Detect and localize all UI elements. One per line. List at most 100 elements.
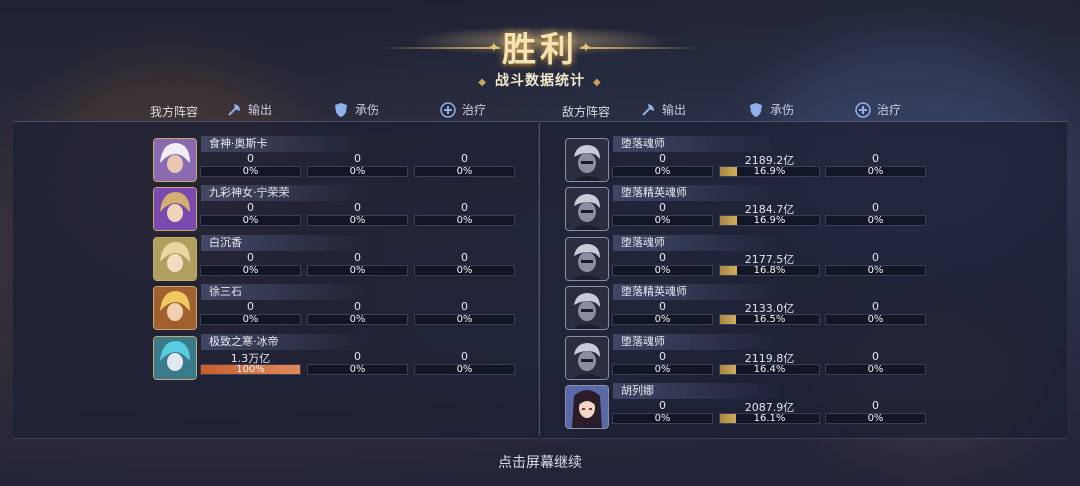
output-value: 0 (247, 201, 254, 215)
output-percent: 0% (654, 215, 671, 227)
axe-icon (642, 103, 654, 116)
output-stat: 1.3万亿 100% (200, 350, 301, 378)
output-bar: 0% (612, 215, 713, 227)
tank-bar: 16.9% (719, 215, 820, 227)
ally-member-row: 九彩神女·宁荣荣 0 0% 0 0% 0 0% (153, 185, 533, 232)
output-bar: 0% (612, 166, 713, 177)
hero-name: 堕落魂师 (613, 234, 781, 251)
enemy-member-row: 堕落魂师 0 0% 2119.8亿 16.4% 0 0% (565, 333, 945, 380)
ally-heal-header: 治疗 (440, 101, 486, 118)
output-value: 0 (659, 250, 666, 264)
enemy-member-row: 胡列娜 0 0% 2087.9亿 16.1% 0 0% (565, 383, 945, 429)
tank-stat: 0 0% (307, 350, 408, 378)
tap-to-continue[interactable]: 点击屏幕继续 (440, 452, 640, 472)
tank-value: 0 (354, 201, 361, 215)
hero-name: 食神·奥斯卡 (201, 136, 369, 152)
output-percent: 0% (654, 166, 671, 177)
enemy-member-row: 堕落魂师 0 0% 2189.2亿 16.9% 0 0% (565, 136, 945, 182)
output-percent: 0% (242, 166, 259, 177)
heal-value: 0 (461, 250, 468, 264)
heal-percent: 0% (456, 314, 473, 326)
hero-avatar[interactable] (153, 187, 197, 232)
heal-bar: 0% (825, 363, 926, 375)
hero-avatar[interactable] (565, 236, 609, 281)
tank-percent: 16.9% (753, 215, 786, 227)
ally-member-row: 白沉香 0 0% 0 0% 0 0% (153, 234, 533, 281)
heal-stat: 0 0% (825, 152, 926, 180)
output-stat: 0 0% (200, 201, 301, 229)
tank-percent: 16.8% (753, 264, 786, 276)
tank-percent: 0% (349, 314, 366, 326)
hero-avatar[interactable] (153, 236, 197, 281)
tank-percent: 16.4% (753, 363, 786, 375)
heal-percent: 0% (867, 413, 884, 424)
tank-bar: 16.4% (719, 363, 820, 375)
heal-bar: 0% (414, 314, 515, 326)
heal-bar: 0% (414, 363, 515, 375)
heal-value: 0 (872, 399, 879, 412)
tank-percent: 16.5% (753, 314, 786, 326)
hero-avatar[interactable] (153, 286, 197, 331)
hero-avatar[interactable] (565, 187, 609, 232)
hero-name: 胡列娜 (613, 383, 781, 399)
output-bar: 0% (612, 363, 713, 375)
output-bar: 0% (612, 314, 713, 326)
tank-percent: 0% (349, 166, 366, 177)
output-value: 0 (247, 300, 254, 314)
tank-bar: 0% (307, 166, 408, 177)
tank-bar: 0% (307, 264, 408, 276)
heal-percent: 0% (456, 215, 473, 227)
tank-bar: 16.1% (719, 413, 820, 424)
heal-stat: 0 0% (414, 300, 515, 328)
output-stat: 0 0% (612, 350, 713, 378)
output-stat: 0 0% (612, 251, 713, 279)
output-percent: 0% (654, 264, 671, 276)
output-bar: 0% (200, 215, 301, 227)
output-percent: 0% (654, 363, 671, 375)
hero-avatar[interactable] (565, 138, 609, 182)
heal-stat: 0 0% (414, 152, 515, 180)
ally-output-header: 输出 (226, 101, 272, 118)
output-stat: 0 0% (200, 152, 301, 180)
tank-value: 0 (354, 152, 361, 165)
tank-bar: 0% (307, 363, 408, 375)
hero-avatar[interactable] (565, 286, 609, 331)
tank-stat: 0 0% (307, 152, 408, 180)
heal-value: 0 (872, 152, 879, 165)
heal-percent: 0% (867, 166, 884, 177)
heal-bar: 0% (414, 215, 515, 227)
tank-bar: 16.8% (719, 264, 820, 276)
ally-tank-header: 承伤 (333, 101, 379, 118)
heal-percent: 0% (456, 166, 473, 177)
tank-percent: 16.1% (753, 413, 786, 424)
output-value: 0 (247, 152, 254, 165)
enemy-heal-header: 治疗 (855, 101, 901, 118)
heal-stat: 0 0% (825, 300, 926, 328)
shield-icon (750, 102, 762, 117)
hero-name: 白沉香 (201, 234, 369, 251)
tank-stat: 2119.8亿 16.4% (719, 350, 820, 378)
enemy-tank-header: 承伤 (748, 101, 794, 118)
tank-percent: 16.9% (753, 166, 786, 177)
hero-avatar[interactable] (153, 138, 197, 182)
ally-member-row: 徐三石 0 0% 0 0% 0 0% (153, 284, 533, 331)
hero-avatar[interactable] (565, 385, 609, 429)
heal-icon (440, 101, 456, 118)
output-percent: 0% (654, 314, 671, 326)
hero-avatar[interactable] (153, 335, 197, 380)
tank-value: 0 (354, 349, 361, 363)
hero-name: 堕落精英魂师 (613, 284, 781, 301)
enemy-output-header: 输出 (640, 101, 686, 118)
heal-percent: 0% (867, 314, 884, 326)
heal-icon (855, 101, 871, 118)
output-value: 0 (659, 349, 666, 363)
heal-stat: 0 0% (825, 251, 926, 279)
output-stat: 0 0% (612, 201, 713, 229)
tank-percent: 0% (349, 363, 366, 375)
hero-name: 堕落精英魂师 (613, 185, 781, 202)
heal-value: 0 (461, 349, 468, 363)
hero-avatar[interactable] (565, 335, 609, 380)
heal-percent: 0% (456, 363, 473, 375)
output-value: 0 (659, 399, 666, 412)
heal-bar: 0% (825, 166, 926, 177)
